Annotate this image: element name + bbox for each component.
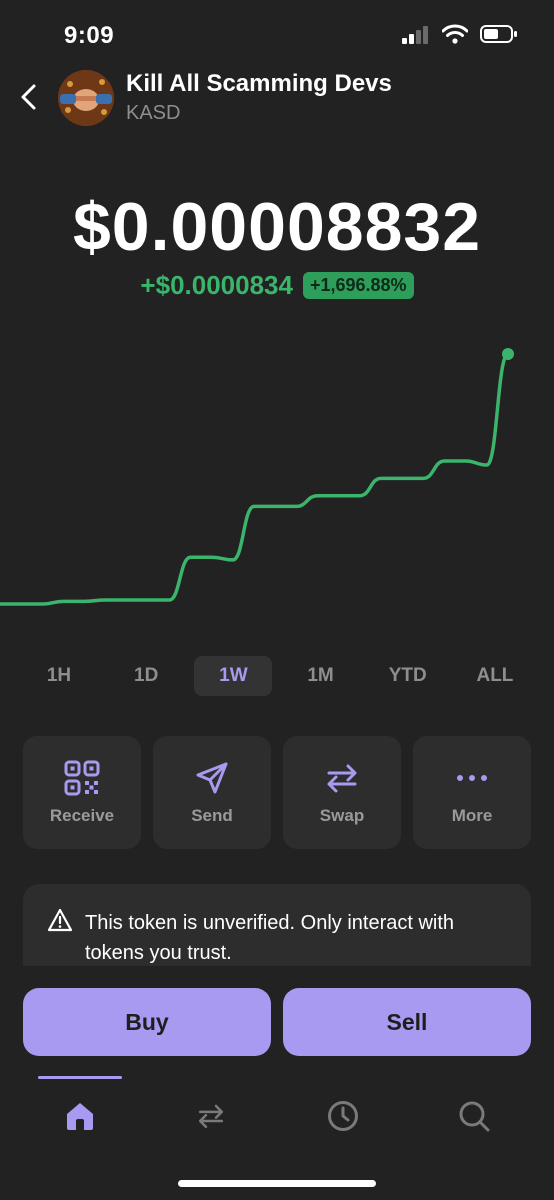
more-label: More bbox=[451, 806, 493, 825]
swap-button[interactable]: Swap bbox=[283, 736, 401, 849]
price-chart[interactable] bbox=[0, 340, 554, 630]
send-icon bbox=[196, 762, 228, 794]
receive-button[interactable]: Receive bbox=[23, 736, 141, 849]
receive-label: Receive bbox=[49, 806, 115, 825]
more-icon bbox=[457, 775, 487, 781]
time-range-selector: 1H 1D 1W 1M YTD ALL bbox=[20, 656, 534, 696]
latest-price-point bbox=[502, 348, 514, 360]
swap-label: Swap bbox=[319, 806, 365, 825]
price-line bbox=[0, 352, 510, 606]
token-name: Kill All Scamming Devs bbox=[126, 70, 392, 97]
cellular-signal-icon bbox=[402, 26, 428, 44]
swap-icon bbox=[327, 764, 357, 793]
action-tiles: Receive Send Swap More bbox=[23, 736, 531, 849]
buy-button[interactable]: Buy bbox=[23, 988, 271, 1056]
token-logo-icon bbox=[58, 70, 114, 126]
nav-search-tab[interactable] bbox=[409, 1094, 541, 1138]
nav-history-tab[interactable] bbox=[277, 1094, 409, 1138]
token-symbol: KASD bbox=[126, 102, 181, 124]
range-tab-1d[interactable]: 1D bbox=[107, 656, 185, 696]
range-tab-ytd[interactable]: YTD bbox=[369, 656, 447, 696]
price-change-percent-badge: +1,696.88% bbox=[302, 272, 414, 299]
status-time: 9:09 bbox=[64, 22, 115, 49]
warning-icon bbox=[47, 908, 73, 932]
nav-home-tab[interactable] bbox=[14, 1094, 146, 1138]
warning-text: This token is unverified. Only interact … bbox=[85, 912, 455, 964]
send-button[interactable]: Send bbox=[153, 736, 271, 849]
sell-button[interactable]: Sell bbox=[283, 988, 531, 1056]
back-button[interactable] bbox=[16, 82, 42, 112]
swap-icon bbox=[199, 1104, 224, 1129]
token-avatar bbox=[58, 70, 114, 126]
price-change-row: +$0.0000834 +1,696.88% bbox=[0, 270, 554, 301]
wifi-icon bbox=[442, 24, 468, 44]
range-tab-all[interactable]: ALL bbox=[456, 656, 534, 696]
range-tab-1m[interactable]: 1M bbox=[282, 656, 360, 696]
active-tab-indicator bbox=[38, 1076, 122, 1079]
chevron-left-icon bbox=[21, 84, 36, 110]
range-tab-1w[interactable]: 1W bbox=[194, 656, 273, 696]
nav-swap-tab[interactable] bbox=[146, 1094, 278, 1138]
status-icons bbox=[402, 24, 518, 44]
token-detail-screen: 9:09 Kill All Scamming Devs KASD $0.0000… bbox=[0, 0, 554, 1200]
price-change-amount: +$0.0000834 bbox=[140, 270, 293, 300]
more-button[interactable]: More bbox=[413, 736, 531, 849]
home-indicator bbox=[178, 1180, 376, 1187]
history-icon bbox=[327, 1101, 358, 1131]
range-tab-1h[interactable]: 1H bbox=[20, 656, 98, 696]
current-price: $0.00008832 bbox=[72, 189, 482, 265]
home-icon bbox=[66, 1103, 93, 1130]
send-label: Send bbox=[191, 806, 233, 825]
search-icon bbox=[459, 1101, 490, 1132]
bottom-nav bbox=[14, 1094, 540, 1138]
unverified-token-warning: This token is unverified. Only interact … bbox=[23, 884, 531, 966]
battery-icon bbox=[480, 25, 517, 43]
qr-code-icon bbox=[64, 760, 100, 796]
